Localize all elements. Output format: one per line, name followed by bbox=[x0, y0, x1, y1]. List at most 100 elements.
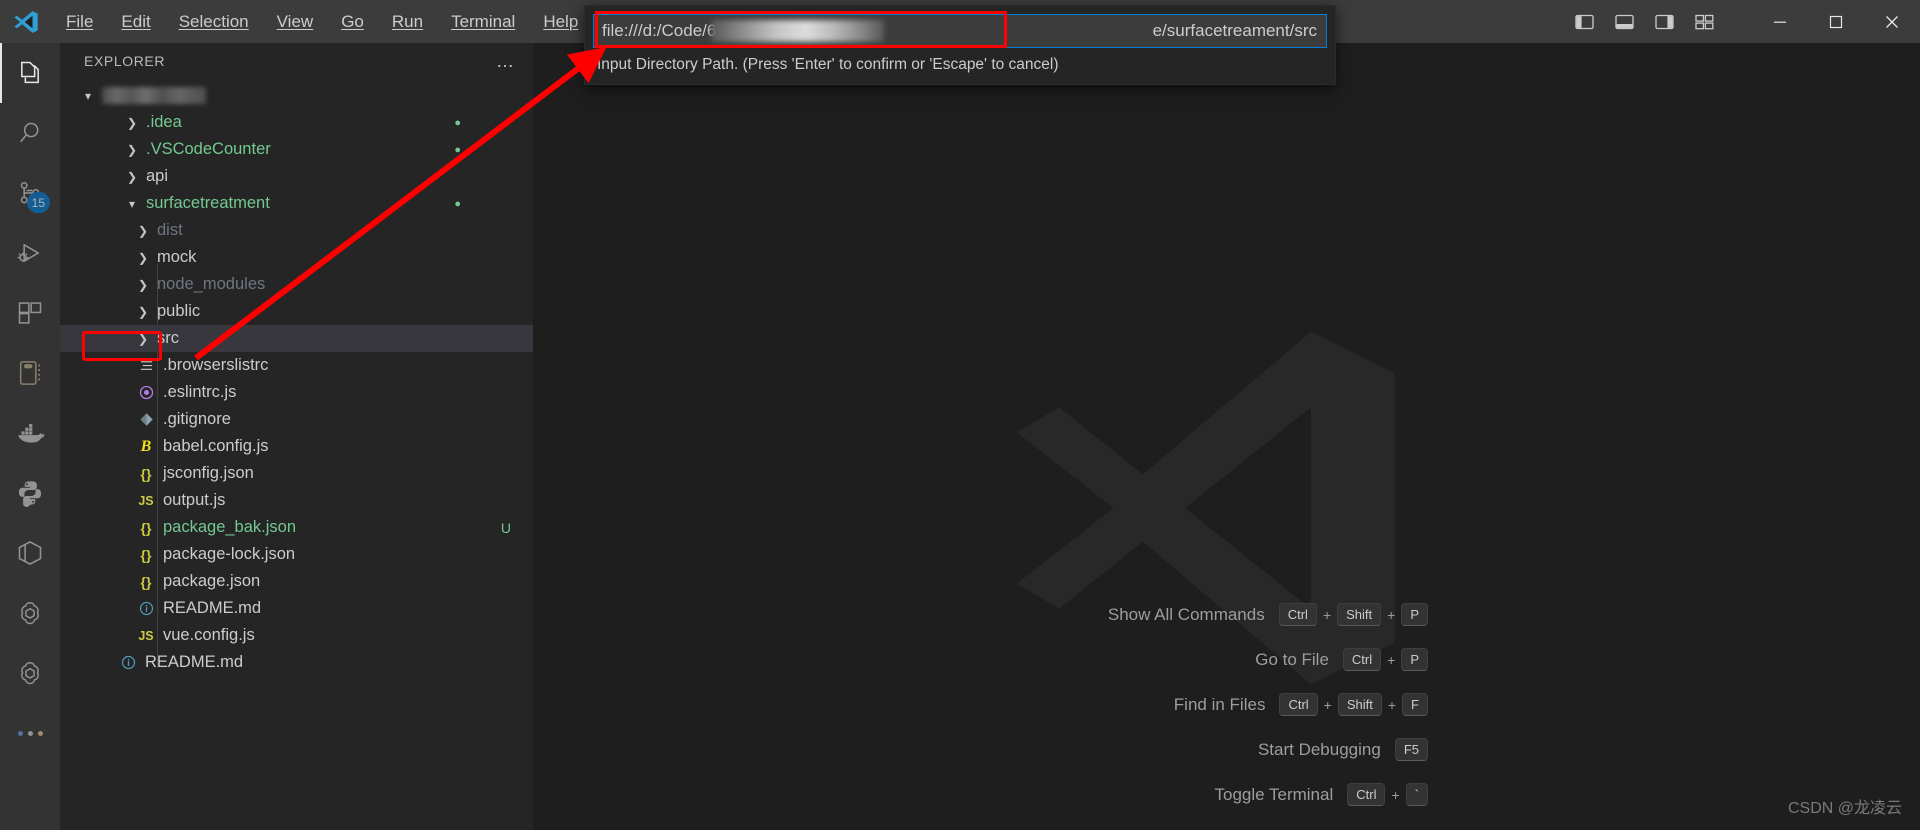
key-separator: + bbox=[1323, 696, 1332, 713]
shortcut-keys: Ctrl + ` bbox=[1347, 783, 1428, 806]
explorer-more-actions-icon[interactable]: … bbox=[496, 52, 515, 70]
json-icon: {} bbox=[140, 546, 152, 563]
tree-item-label: package-lock.json bbox=[163, 545, 296, 563]
key-separator: + bbox=[1387, 606, 1396, 623]
git-decoration: ● bbox=[454, 197, 461, 210]
quick-input-field-wrapper: e/surfacetreament/src bbox=[593, 14, 1327, 48]
welcome-shortcuts: Show All Commands Ctrl + Shift + P Go to… bbox=[1108, 603, 1428, 806]
shortcut-keys: F5 bbox=[1394, 738, 1428, 761]
key-separator: + bbox=[1391, 786, 1400, 803]
activitybar-item-openai-2[interactable] bbox=[0, 643, 60, 703]
menu-bar[interactable]: File Edit Selection View Go Run Terminal… bbox=[52, 8, 592, 36]
menu-selection[interactable]: Selection bbox=[165, 8, 263, 36]
activitybar-item-database[interactable] bbox=[0, 343, 60, 403]
file-tree[interactable]: ▾ ❯ .idea ● ❯ .VSCodeCounter ● ❯ api ▾ s… bbox=[60, 78, 533, 676]
git-decoration: ● bbox=[454, 143, 461, 156]
root-folder-name-redacted bbox=[102, 87, 206, 104]
key-cap: Ctrl bbox=[1279, 693, 1318, 716]
shortcut-row-toggle-terminal: Toggle Terminal Ctrl + ` bbox=[1108, 783, 1428, 806]
json-icon: {} bbox=[140, 573, 152, 590]
tree-row-babel-config[interactable]: B babel.config.js bbox=[60, 433, 533, 460]
quick-input-dialog: e/surfacetreament/src Input Directory Pa… bbox=[584, 5, 1336, 85]
tree-item-label: .eslintrc.js bbox=[163, 383, 237, 401]
page-title: EXPLORER bbox=[84, 52, 166, 69]
tree-row-readme-nested[interactable]: README.md bbox=[60, 595, 533, 622]
activitybar-item-more[interactable] bbox=[0, 703, 60, 763]
chevron-down-icon: ▾ bbox=[84, 88, 92, 103]
tree-row-surfacetreatment[interactable]: ▾ surfacetreatment ● bbox=[60, 190, 533, 217]
key-separator: + bbox=[1387, 696, 1397, 713]
maximize-button[interactable] bbox=[1808, 0, 1864, 43]
tree-item-label: .idea bbox=[146, 113, 182, 131]
tree-row-package-json[interactable]: {} package.json bbox=[60, 568, 533, 595]
git-icon bbox=[135, 412, 157, 427]
tree-row-readme-root[interactable]: README.md bbox=[60, 649, 533, 676]
activitybar-item-cube[interactable] bbox=[0, 523, 60, 583]
tree-row-vue-config-js[interactable]: JS vue.config.js bbox=[60, 622, 533, 649]
activitybar-item-source-control[interactable]: 15 bbox=[0, 163, 60, 223]
json-icon: {} bbox=[140, 465, 152, 482]
activitybar-item-search[interactable] bbox=[0, 103, 60, 163]
tree-row-eslintrc[interactable]: .eslintrc.js bbox=[60, 379, 533, 406]
minimize-button[interactable] bbox=[1752, 0, 1808, 43]
tree-item-label: public bbox=[157, 302, 201, 320]
key-cap: ` bbox=[1405, 783, 1428, 806]
js-icon: JS bbox=[138, 628, 154, 643]
menu-view[interactable]: View bbox=[263, 8, 328, 36]
tree-row-node-modules[interactable]: ❯ node_modules bbox=[60, 271, 533, 298]
source-control-badge: 15 bbox=[26, 192, 50, 213]
toggle-primary-sidebar-icon[interactable] bbox=[1568, 6, 1600, 38]
shortcut-label: Start Debugging bbox=[1257, 739, 1381, 759]
tree-row-public[interactable]: ❯ public bbox=[60, 298, 533, 325]
chevron-right-icon: ❯ bbox=[137, 250, 149, 265]
activity-bar[interactable]: 15 bbox=[0, 43, 60, 830]
quick-input-hint: Input Directory Path. (Press 'Enter' to … bbox=[597, 56, 1059, 73]
shortcut-label: Show All Commands bbox=[1107, 604, 1265, 624]
tree-row-browserslistrc[interactable]: .browserslistrc bbox=[60, 352, 533, 379]
tree-row-mock[interactable]: ❯ mock bbox=[60, 244, 533, 271]
tree-row-src[interactable]: ❯ src bbox=[60, 325, 533, 352]
activitybar-item-extensions[interactable] bbox=[0, 283, 60, 343]
key-cap: P bbox=[1401, 648, 1428, 671]
shortcut-keys: Ctrl + Shift + P bbox=[1278, 603, 1428, 626]
tree-item-label: node_modules bbox=[157, 275, 266, 293]
activitybar-item-run-and-debug[interactable] bbox=[0, 223, 60, 283]
tree-item-label: package.json bbox=[163, 572, 261, 590]
directory-path-input[interactable] bbox=[593, 14, 1327, 48]
tree-row-jsconfig[interactable]: {} jsconfig.json bbox=[60, 460, 533, 487]
list-file-icon bbox=[135, 358, 157, 373]
activitybar-item-explorer[interactable] bbox=[0, 43, 60, 103]
customize-layout-icon[interactable] bbox=[1688, 6, 1720, 38]
tree-row-idea[interactable]: ❯ .idea ● bbox=[60, 109, 533, 136]
tree-row-gitignore[interactable]: .gitignore bbox=[60, 406, 533, 433]
tree-row-dist[interactable]: ❯ dist bbox=[60, 217, 533, 244]
menu-help[interactable]: Help bbox=[529, 8, 592, 36]
menu-terminal[interactable]: Terminal bbox=[437, 8, 529, 36]
shortcut-row-go-to-file: Go to File Ctrl + P bbox=[1108, 648, 1428, 671]
tree-row-package-lock-json[interactable]: {} package-lock.json bbox=[60, 541, 533, 568]
explorer-header: EXPLORER … bbox=[60, 43, 533, 78]
tree-row-root-redacted[interactable]: ▾ bbox=[60, 82, 533, 109]
tree-row-output-js[interactable]: JS output.js bbox=[60, 487, 533, 514]
toggle-secondary-sidebar-icon[interactable] bbox=[1648, 6, 1680, 38]
tree-row-package-bak-json[interactable]: {} package_bak.json U bbox=[60, 514, 533, 541]
key-cap: F5 bbox=[1394, 738, 1428, 761]
activitybar-item-python[interactable] bbox=[0, 463, 60, 523]
tree-item-label: .browserslistrc bbox=[163, 356, 269, 374]
menu-go[interactable]: Go bbox=[327, 8, 378, 36]
shortcut-label: Toggle Terminal bbox=[1214, 784, 1334, 804]
shortcut-row-find-in-files: Find in Files Ctrl + Shift + F bbox=[1108, 693, 1428, 716]
window-controls[interactable] bbox=[1752, 0, 1920, 43]
toggle-panel-icon[interactable] bbox=[1608, 6, 1640, 38]
activitybar-item-docker[interactable] bbox=[0, 403, 60, 463]
activitybar-item-openai-1[interactable] bbox=[0, 583, 60, 643]
menu-edit[interactable]: Edit bbox=[107, 8, 164, 36]
close-button[interactable] bbox=[1864, 0, 1920, 43]
tree-row-api[interactable]: ❯ api bbox=[60, 163, 533, 190]
layout-controls[interactable] bbox=[1568, 0, 1720, 43]
chevron-down-icon: ▾ bbox=[128, 196, 136, 211]
menu-file[interactable]: File bbox=[52, 8, 107, 36]
tree-row-vscodecounter[interactable]: ❯ .VSCodeCounter ● bbox=[60, 136, 533, 163]
tree-item-label: mock bbox=[157, 248, 197, 266]
menu-run[interactable]: Run bbox=[378, 8, 437, 36]
